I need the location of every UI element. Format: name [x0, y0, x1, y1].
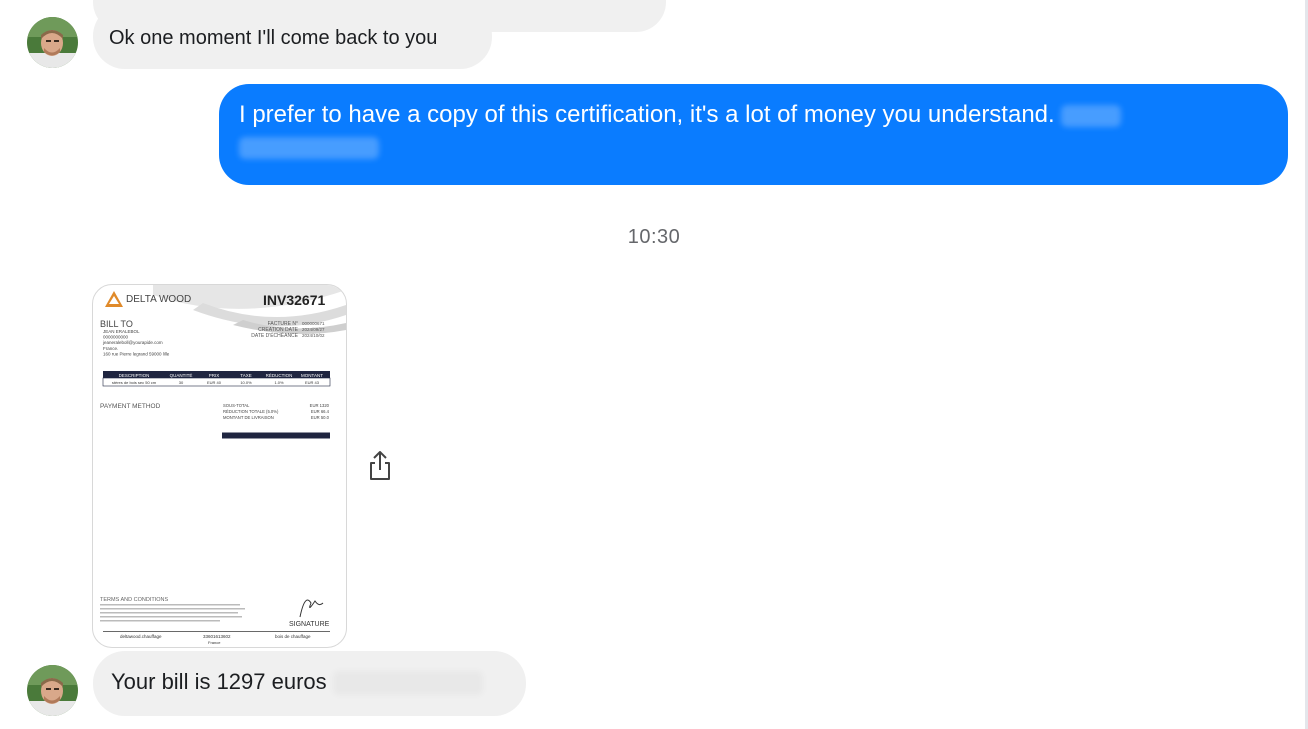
invoice-attachment[interactable]: DELTA WOOD INV32671 BILL TO JEAN ERALEBO… [92, 284, 347, 648]
bill-to-line: France. [103, 346, 118, 351]
payment-method-label: PAYMENT METHOD [100, 403, 161, 410]
table-cell: 1.0% [274, 380, 284, 385]
table-cell: EUR 40 [207, 380, 222, 385]
incoming-message-bubble[interactable]: Your bill is 1297 euros [93, 651, 526, 716]
footer-subtext: France [208, 640, 221, 645]
table-cell: 30 [179, 380, 184, 385]
redacted-text [1061, 104, 1122, 127]
message-timestamp: 10:30 [627, 226, 681, 248]
total-label: MONTANT TOTAL [223, 427, 258, 432]
message-text: Your bill is 1297 euros [111, 669, 327, 694]
message-text: I prefer to have a copy of this certific… [239, 101, 1055, 128]
meta-value: 2024/09/27 [302, 327, 325, 332]
terms-label: TERMS AND CONDITIONS [100, 597, 168, 603]
table-header-cell: QUANTITÉ [170, 372, 193, 378]
footer-item: 33601613602 [203, 634, 231, 639]
bill-to-line: 0000000000 [103, 335, 129, 340]
sender-avatar[interactable] [27, 17, 78, 68]
bill-to-details: JEAN ERALEBOL0000000000jeaneraleboll@you… [102, 329, 170, 356]
meta-value: 2024/10/02 [302, 333, 325, 338]
invoice-number: INV32671 [263, 292, 325, 308]
delta-logo-icon [105, 291, 123, 307]
total-highlight [222, 432, 330, 439]
bill-to-line: 160 rue Pierre legrand 59000 lille [103, 351, 170, 356]
meta-value: 000000671 [302, 321, 325, 326]
signature-label: SIGNATURE [289, 621, 330, 628]
table-cell: stères de bois sec 50 cm [112, 380, 157, 385]
company-name: DELTA WOOD [126, 294, 191, 305]
footer-item: bois de chauffage [275, 634, 311, 639]
invoice-totals: SOUS-TOTAL EUR 1320 RÉDUCTION TOTALE (5.0%… [222, 403, 330, 439]
incoming-message-bubble[interactable]: Ok one moment I'll come back to you [93, 4, 492, 69]
bill-to-line: JEAN ERALEBOL [103, 329, 140, 334]
total-label: RÉDUCTION TOTALE (5.0%) [223, 409, 279, 414]
bill-to-line: jeaneraleboll@yourapide.com [102, 340, 163, 345]
total-value: EUR 66.4 [311, 409, 330, 414]
table-cell: EUR 43 [305, 380, 320, 385]
table-header-cell: RÉDUCTION [266, 372, 293, 378]
table-header-cell: PRIX [209, 373, 220, 378]
signature-scribble [299, 599, 324, 618]
terms-fine-print [100, 604, 245, 622]
message-text: Ok one moment I'll come back to you [109, 27, 438, 49]
table-header-cell: DESCRIPTION [119, 373, 150, 378]
total-value: EUR 1297 [310, 427, 330, 432]
redacted-text [239, 137, 379, 159]
total-value: EUR 50.0 [311, 415, 330, 420]
redacted-text [333, 671, 483, 695]
bill-to-label: BILL TO [100, 319, 133, 329]
total-label: SOUS-TOTAL [223, 403, 250, 408]
meta-label: DATE D'ÉCHÉANCE [251, 332, 298, 339]
total-label: MONTANT DE LIVRAISON [223, 415, 274, 420]
table-cell: 10.0% [240, 380, 252, 385]
share-icon[interactable] [367, 450, 393, 482]
table-header-cell: TAXE [240, 373, 251, 378]
sender-avatar[interactable] [27, 665, 78, 716]
table-header-cell: MONTANT [301, 373, 323, 378]
total-value: EUR 1320 [310, 403, 330, 408]
footer-item: deltawood.chauffage [120, 634, 162, 639]
outgoing-message-bubble[interactable]: I prefer to have a copy of this certific… [219, 84, 1288, 185]
